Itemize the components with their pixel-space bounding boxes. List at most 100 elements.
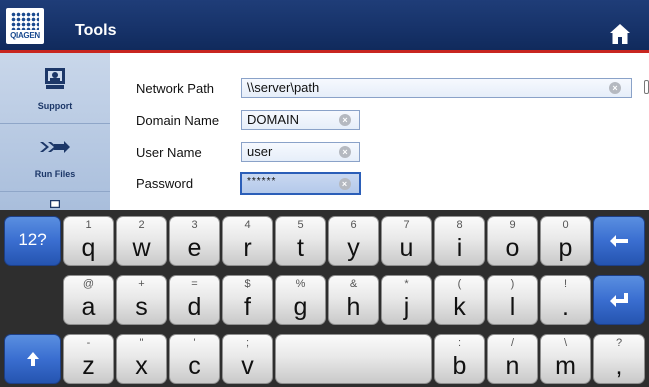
key-m[interactable]: \ m (540, 334, 591, 384)
password-field[interactable]: ****** × (240, 172, 361, 195)
key-primary: l (509, 293, 516, 321)
user-name-label: User Name (136, 145, 202, 160)
key-secondary: ( (457, 278, 462, 290)
scrollbar[interactable] (644, 80, 649, 94)
key-secondary: ? (615, 337, 623, 349)
domain-name-field[interactable]: DOMAIN × (241, 110, 360, 130)
key-primary: s (135, 293, 148, 321)
key-secondary: ! (563, 278, 568, 290)
key-primary: o (505, 234, 520, 262)
key-secondary: 5 (297, 219, 304, 231)
key-secondary: / (510, 337, 515, 349)
key-primary: c (188, 352, 201, 380)
clear-icon[interactable]: × (609, 82, 621, 94)
network-form: Network Path \\server\path × Domain Name… (110, 53, 649, 210)
key-r[interactable]: 4r (222, 216, 273, 266)
key-primary: z (82, 352, 95, 380)
key-d[interactable]: = d (169, 275, 220, 325)
key-primary: w (132, 234, 151, 262)
network-path-field[interactable]: \\server\path × (241, 78, 632, 98)
key-o[interactable]: 9o (487, 216, 538, 266)
key-b[interactable]: :b (434, 334, 485, 384)
sidebar-item-support[interactable]: Support (0, 53, 110, 123)
key-period[interactable]: !. (540, 275, 591, 325)
key-primary: t (297, 234, 304, 262)
key-primary: j (403, 293, 410, 321)
key-w[interactable]: 2w (116, 216, 167, 266)
user-name-field[interactable]: user × (241, 142, 360, 162)
key-primary: d (187, 293, 202, 321)
key-primary: f (244, 293, 251, 321)
qiagen-logo: QIAGEN (6, 8, 44, 44)
home-icon[interactable] (608, 22, 632, 46)
enter-key[interactable] (593, 275, 645, 325)
key-secondary: \ (563, 337, 568, 349)
key-secondary: : (457, 337, 462, 349)
key-i[interactable]: 8i (434, 216, 485, 266)
sidebar-item-label: Run Files (34, 169, 76, 179)
key-secondary: * (404, 278, 409, 290)
key-n[interactable]: / n (487, 334, 538, 384)
key-primary: p (558, 234, 573, 262)
key-j[interactable]: * j (381, 275, 432, 325)
user-name-value: user (247, 144, 273, 159)
key-t[interactable]: 5t (275, 216, 326, 266)
key-primary: k (453, 293, 466, 321)
password-label: Password (136, 176, 194, 191)
mode-switch-key[interactable]: 12? (4, 216, 61, 266)
key-primary: i (456, 234, 463, 262)
key-primary: x (135, 352, 148, 380)
key-f[interactable]: $ f (222, 275, 273, 325)
key-c[interactable]: ' c (169, 334, 220, 384)
key-q[interactable]: 1q (63, 216, 114, 266)
key-primary: h (346, 293, 361, 321)
shift-key[interactable] (4, 334, 61, 384)
key-p[interactable]: 0p (540, 216, 591, 266)
key-primary: n (505, 352, 520, 380)
key-v[interactable]: ; v (222, 334, 273, 384)
key-secondary: " (139, 337, 144, 349)
key-x[interactable]: " x (116, 334, 167, 384)
key-primary: e (187, 234, 202, 262)
sidebar-item-label: Support (37, 101, 73, 111)
key-u[interactable]: 7u (381, 216, 432, 266)
key-primary: b (452, 352, 467, 380)
logo-dots (11, 12, 39, 30)
key-primary: q (81, 234, 96, 262)
key-secondary: = (191, 278, 198, 290)
key-secondary: 0 (562, 219, 569, 231)
key-secondary: ; (245, 337, 250, 349)
key-secondary: 8 (456, 219, 463, 231)
clear-icon[interactable]: × (339, 114, 351, 126)
key-a[interactable]: @ a (63, 275, 114, 325)
sidebar-item-run-files[interactable]: Run Files (0, 124, 110, 191)
sidebar-more-icon[interactable] (50, 200, 60, 208)
key-secondary: 4 (244, 219, 251, 231)
key-l[interactable]: ) l (487, 275, 538, 325)
password-value: ****** (247, 176, 277, 187)
backspace-arrow-icon (610, 235, 628, 247)
run-files-icon (40, 141, 70, 153)
key-y[interactable]: 6y (328, 216, 379, 266)
enter-arrow-icon (610, 293, 628, 307)
key-k[interactable]: (k (434, 275, 485, 325)
key-h[interactable]: & h (328, 275, 379, 325)
key-secondary: ) (510, 278, 515, 290)
space-key[interactable] (275, 334, 432, 384)
logo-text: QIAGEN (10, 31, 40, 40)
key-secondary: ' (193, 337, 196, 349)
clear-icon[interactable]: × (339, 146, 351, 158)
shift-arrow-icon (26, 352, 39, 366)
key-secondary: 1 (85, 219, 92, 231)
key-comma[interactable]: ?, (593, 334, 645, 384)
key-secondary: 6 (350, 219, 357, 231)
key-z[interactable]: -z (63, 334, 114, 384)
key-g[interactable]: % g (275, 275, 326, 325)
key-e[interactable]: 3e (169, 216, 220, 266)
clear-icon[interactable]: × (339, 178, 351, 190)
key-s[interactable]: + s (116, 275, 167, 325)
backspace-key[interactable] (593, 216, 645, 266)
key-primary: m (555, 352, 576, 380)
key-primary: v (241, 352, 254, 380)
on-screen-keyboard: 12? 1q 2w 3e 4r 5t 6y 7u 8i 9o 0p @ a + s … (0, 210, 649, 387)
